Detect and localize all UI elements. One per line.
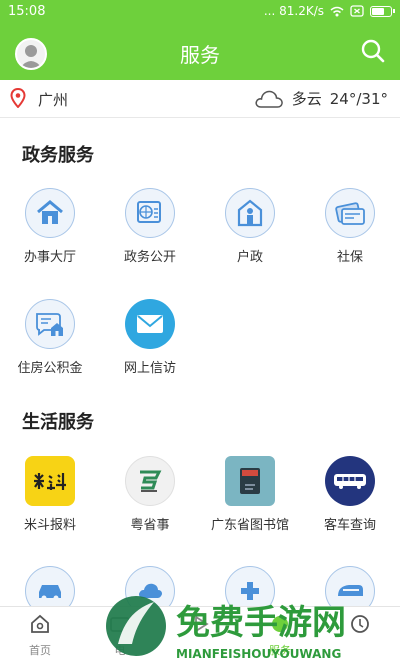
tab-label: 首页 <box>0 642 80 658</box>
service-label: 粤省事 <box>100 514 200 533</box>
service-item[interactable]: 住房公积金 <box>0 299 100 376</box>
service-item[interactable]: 网上信访 <box>100 299 200 376</box>
weather-text: 多云 <box>292 88 322 109</box>
service-item[interactable]: 粤省事 <box>100 456 200 533</box>
watermark-subtitle: MIANFEISHOUYOUWANG <box>176 647 341 661</box>
battery-icon <box>370 6 392 17</box>
service-item[interactable]: 社保 <box>300 188 400 265</box>
globe-doc-icon <box>125 188 175 238</box>
service-label: 客车查询 <box>300 514 400 533</box>
mail-icon <box>125 299 175 349</box>
service-label: 住房公积金 <box>0 357 100 376</box>
service-label: 社保 <box>300 246 400 265</box>
tab-home[interactable]: 首页 <box>0 613 80 658</box>
yueshengshi-app-icon <box>125 456 175 506</box>
home-icon <box>29 613 51 635</box>
location-bar[interactable]: 广州 多云 24°/31° <box>0 80 400 118</box>
service-item[interactable]: 广东省图书馆 <box>200 456 300 533</box>
status-bar: 15:08 ... 81.2K/s <box>0 0 400 24</box>
cards-icon <box>325 188 375 238</box>
service-item[interactable]: 米斗报料 <box>0 456 100 533</box>
city-name: 广州 <box>38 89 68 110</box>
watermark-title: 免费手游网 <box>176 603 346 643</box>
watermark: 免费手游网 MIANFEISHOUYOUWANG <box>96 590 396 666</box>
watermark-logo: 免费手游网 MIANFEISHOUYOUWANG <box>96 590 396 666</box>
service-label: 政务公开 <box>100 246 200 265</box>
weather-info: 多云 24°/31° <box>254 88 388 109</box>
housing-fund-icon <box>25 299 75 349</box>
service-label: 办事大厅 <box>0 246 100 265</box>
service-item[interactable]: 政务公开 <box>100 188 200 265</box>
library-book-icon <box>225 456 275 506</box>
wifi-icon <box>330 6 344 17</box>
page-title: 服务 <box>0 39 400 68</box>
app-bar: 服务 <box>0 24 400 80</box>
service-label: 广东省图书馆 <box>200 514 300 533</box>
service-label: 户政 <box>200 246 300 265</box>
cloud-icon <box>254 89 284 109</box>
section-title-gov: 政务服务 <box>22 141 94 167</box>
status-indicators: ... 81.2K/s <box>264 4 392 18</box>
service-label: 米斗报料 <box>0 514 100 533</box>
midou-app-icon <box>25 456 75 506</box>
service-item[interactable]: 办事大厅 <box>0 188 100 265</box>
service-item[interactable]: 客车查询 <box>300 456 400 533</box>
service-item[interactable]: 户政 <box>200 188 300 265</box>
search-icon[interactable] <box>360 38 386 64</box>
bus-icon <box>325 456 375 506</box>
temperature: 24°/31° <box>330 90 388 108</box>
service-label: 网上信访 <box>100 357 200 376</box>
network-speed: ... 81.2K/s <box>264 4 324 18</box>
house-icon <box>25 188 75 238</box>
location-pin-icon <box>10 88 26 108</box>
section-title-life: 生活服务 <box>22 408 94 434</box>
sim-icon <box>350 5 364 17</box>
status-time: 15:08 <box>8 4 45 19</box>
person-house-icon <box>225 188 275 238</box>
